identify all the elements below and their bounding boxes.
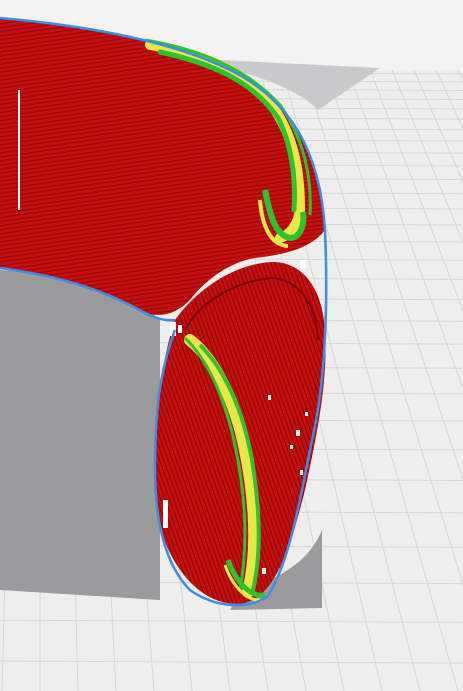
print-model-icon (0, 16, 463, 691)
3d-print-preview-viewport[interactable] (0, 0, 463, 691)
model-shadow-floor (0, 270, 160, 600)
